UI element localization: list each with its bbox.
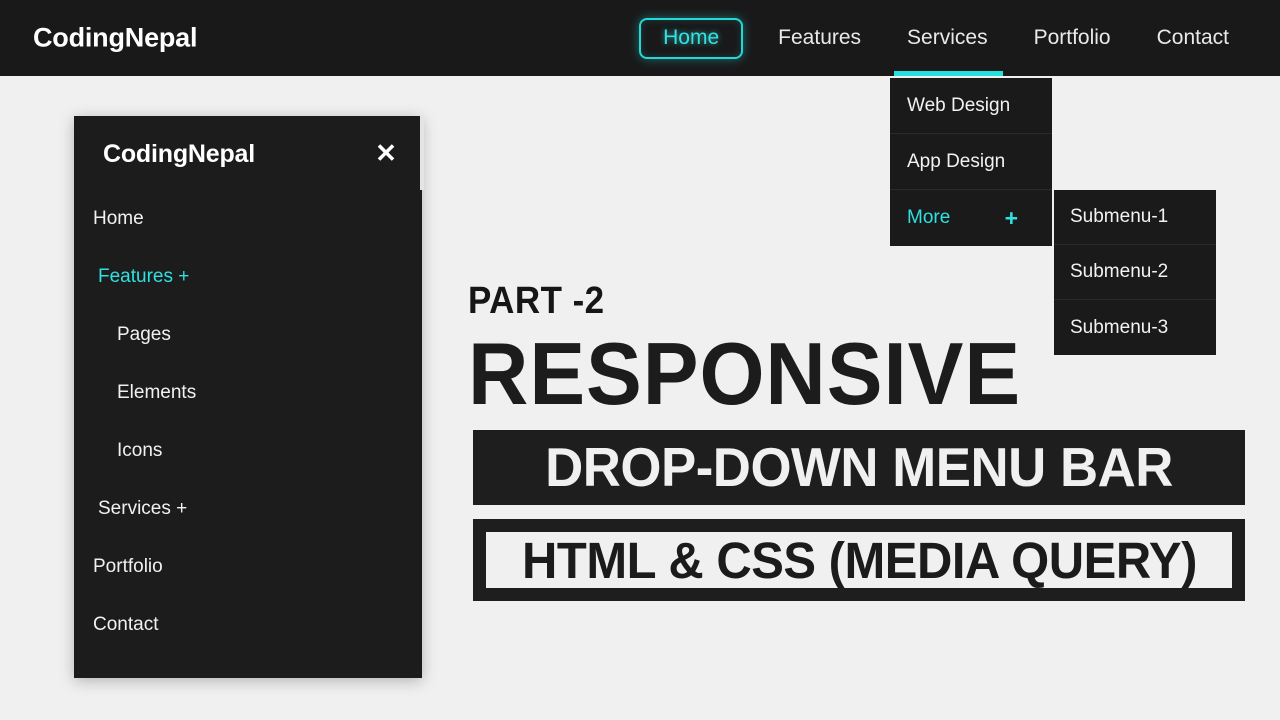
nav-link-services[interactable]: Services bbox=[884, 0, 1011, 76]
sidebar-header: CodingNepal ✕ bbox=[74, 116, 422, 190]
mobile-sidebar: CodingNepal ✕ Home Features + Pages Elem… bbox=[74, 116, 422, 678]
subtitle-bar-dark-text: DROP-DOWN MENU BAR bbox=[545, 440, 1173, 495]
dropdown-item-more[interactable]: More + bbox=[890, 190, 1052, 246]
sidebar-item-pages[interactable]: Pages bbox=[74, 306, 422, 364]
hero-title-block: PART -2 RESPONSIVE bbox=[468, 282, 1050, 420]
plus-icon: + bbox=[1005, 207, 1018, 230]
nav-link-features[interactable]: Features bbox=[755, 0, 884, 76]
services-dropdown: Web Design App Design More + bbox=[890, 78, 1052, 246]
page-title: RESPONSIVE bbox=[468, 328, 1021, 420]
dropdown-item-label: Web Design bbox=[907, 95, 1010, 117]
subtitle-bar-outline-text: HTML & CSS (MEDIA QUERY) bbox=[522, 535, 1197, 586]
dropdown-item-web-design[interactable]: Web Design bbox=[890, 78, 1052, 134]
home-button[interactable]: Home bbox=[639, 18, 743, 59]
sidebar-item-portfolio[interactable]: Portfolio bbox=[74, 538, 422, 596]
navbar-logo: CodingNepal bbox=[33, 23, 197, 54]
subtitle-bar-dark: DROP-DOWN MENU BAR bbox=[473, 430, 1245, 505]
nav-link-contact[interactable]: Contact bbox=[1134, 0, 1252, 76]
submenu-item-1[interactable]: Submenu-1 bbox=[1054, 190, 1216, 245]
subtitle-bar-outline: HTML & CSS (MEDIA QUERY) bbox=[473, 519, 1245, 601]
navbar-links: Home Features Services Portfolio Contact bbox=[627, 0, 1252, 76]
sidebar-item-contact[interactable]: Contact bbox=[74, 596, 422, 654]
nav-link-portfolio[interactable]: Portfolio bbox=[1011, 0, 1134, 76]
sidebar-logo: CodingNepal bbox=[103, 140, 255, 169]
sidebar-item-elements[interactable]: Elements bbox=[74, 364, 422, 422]
more-submenu: Submenu-1 Submenu-2 Submenu-3 bbox=[1054, 190, 1216, 355]
dropdown-item-label: App Design bbox=[907, 151, 1005, 173]
submenu-item-2[interactable]: Submenu-2 bbox=[1054, 245, 1216, 300]
sidebar-item-home[interactable]: Home bbox=[74, 190, 422, 248]
sidebar-menu: Home Features + Pages Elements Icons Ser… bbox=[74, 190, 422, 654]
dropdown-item-app-design[interactable]: App Design bbox=[890, 134, 1052, 190]
nav-link-home[interactable]: Home bbox=[627, 0, 755, 76]
submenu-item-3[interactable]: Submenu-3 bbox=[1054, 300, 1216, 355]
sidebar-item-icons[interactable]: Icons bbox=[74, 422, 422, 480]
top-navbar: CodingNepal Home Features Services Portf… bbox=[0, 0, 1280, 76]
sidebar-item-features[interactable]: Features + bbox=[74, 248, 422, 306]
dropdown-item-label: More bbox=[907, 207, 950, 229]
sidebar-panel-edge bbox=[420, 116, 424, 190]
part-label: PART -2 bbox=[468, 282, 1004, 320]
sidebar-item-services[interactable]: Services + bbox=[74, 480, 422, 538]
close-icon[interactable]: ✕ bbox=[373, 140, 399, 166]
page-root: CodingNepal Home Features Services Portf… bbox=[0, 0, 1280, 720]
